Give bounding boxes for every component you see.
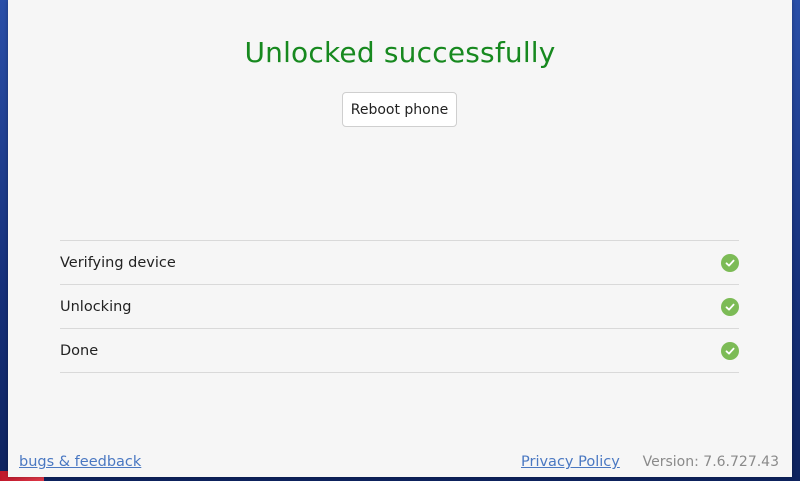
version-text: Version: 7.6.727.43 [642,454,779,470]
step-unlocking: Unlocking [60,285,739,329]
step-verifying-device: Verifying device [60,241,739,285]
status-title: Unlocked successfully [244,36,556,69]
step-done: Done [60,329,739,373]
check-circle-icon [721,341,739,360]
step-label: Unlocking [60,298,132,315]
progress-steps: Verifying device Unlocking Done [60,240,739,373]
check-circle-icon [721,253,739,272]
unlock-window: Unlocked successfully Reboot phone Verif… [8,0,792,477]
bugs-feedback-link[interactable]: bugs & feedback [19,454,141,470]
step-label: Verifying device [60,254,176,271]
check-circle-icon [721,297,739,316]
privacy-policy-link[interactable]: Privacy Policy [521,454,620,470]
step-label: Done [60,342,99,359]
reboot-phone-button[interactable]: Reboot phone [342,92,457,127]
